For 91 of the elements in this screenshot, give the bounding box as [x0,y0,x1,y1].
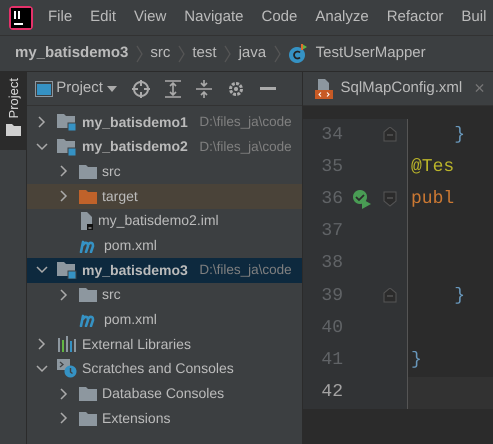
chevron-right-icon [136,44,143,62]
chevron-right-icon [178,44,185,62]
folder-icon [78,188,96,204]
chevron-right-icon[interactable] [38,116,46,128]
tree-row[interactable]: my_batisdemo3 D:\files_ja\code [27,258,302,283]
class-icon [288,44,308,64]
collapse-all-icon[interactable] [196,80,212,98]
fold-end-icon[interactable] [383,127,397,144]
code-line: } [453,124,466,147]
tree-row[interactable]: my_batisdemo2.iml [27,208,302,234]
tree-row[interactable]: my_batisdemo2 D:\files_ja\code [27,134,302,160]
crosshair-icon[interactable] [132,80,150,98]
tree-item-label: my_batisdemo3 [82,260,188,280]
breadcrumb-item[interactable]: java [238,42,266,65]
editor-tab[interactable]: SqlMapConfig.xml [303,72,468,106]
tree-row[interactable]: Extensions [27,406,302,431]
code-line: } [453,284,466,308]
breadcrumb-item[interactable]: src [150,42,170,65]
view-selector[interactable]: Project [34,77,117,100]
tree-item-label: src [102,285,121,304]
module-path: D:\files_ja\code [199,112,292,131]
tree-row[interactable]: src [27,159,302,184]
tree-row[interactable]: src [27,282,302,308]
fold-end-icon[interactable] [383,288,397,304]
module-path: D:\files_ja\code [199,138,292,156]
project-side-tab[interactable]: Project [0,72,27,150]
chevron-right-icon [224,44,232,62]
tree-row[interactable]: External Libraries [27,332,302,357]
code-line: } [410,348,422,372]
folder-icon [78,164,96,179]
tree-item-label: Extensions [102,408,170,428]
app-logo-icon [9,6,33,30]
libraries-icon [56,336,76,352]
chevron-right-icon[interactable] [60,165,68,178]
folder-icon [78,287,96,302]
breadcrumb-item[interactable]: test [192,42,217,65]
chevron-right-icon[interactable] [60,412,68,424]
breadcrumb-item[interactable]: my_batisdemo3 [15,42,128,65]
menu-item[interactable]: Edit [81,6,126,29]
settings-icon[interactable] [226,80,245,98]
tree-row[interactable]: Database Consoles [27,381,302,406]
chevron-down-icon[interactable] [36,142,48,151]
module-folder-icon [56,261,76,280]
tree-row[interactable]: pom.xml [27,233,302,258]
window-icon [34,80,52,96]
line-number: 42 [320,381,343,404]
expand-all-icon[interactable] [164,80,181,98]
fold-start-icon[interactable] [383,191,397,208]
chevron-down-icon[interactable] [36,364,48,373]
chevron-right-icon[interactable] [60,388,68,400]
chevron-right-icon [274,44,281,62]
tree-item-label: target [102,186,138,206]
tree-item-label: my_batisdemo2.iml [98,211,219,230]
minimize-icon[interactable] [260,86,276,90]
console-clock-icon [56,359,76,378]
chevron-right-icon[interactable] [60,288,68,301]
code-line: @Tes [410,156,454,179]
menu-item[interactable]: File [39,6,82,29]
file-icon [78,212,92,230]
tree-row[interactable]: target [27,184,302,208]
tree-item-label: my_batisdemo1 [82,112,188,132]
caret-down-icon [106,86,117,92]
breadcrumb-item[interactable]: TestUserMapper [316,42,426,65]
tree-item-label: Database Consoles [102,384,224,404]
tree-row[interactable]: my_batisdemo1 D:\files_ja\code [27,110,302,134]
folder-icon [78,386,96,402]
chevron-right-icon[interactable] [60,190,68,202]
chevron-down-icon[interactable] [36,266,48,274]
tree-item-label: my_batisdemo2 [82,137,188,156]
tree-item-label: External Libraries [82,334,191,354]
menu-item[interactable]: Analyze [306,6,378,29]
folder-icon [78,410,96,426]
tree-row[interactable]: Scratches and Consoles [27,356,302,382]
tree-item-label: src [102,162,121,181]
module-folder-icon [56,113,76,132]
module-folder-icon [56,138,76,156]
code-line: publ [410,188,454,211]
module-path: D:\files_ja\code [199,261,292,280]
chevron-right-icon[interactable] [38,338,46,350]
menu-item[interactable]: Refactor [378,6,452,29]
tree-item-label: pom.xml [104,236,157,256]
tree-item-label: Scratches and Consoles [82,359,234,378]
folder-icon [6,124,21,136]
menu-item[interactable]: Navigate [175,6,252,29]
run-test-icon[interactable] [352,189,372,210]
menu-item[interactable]: Buil [452,6,493,29]
tree-item-label: pom.xml [104,310,157,330]
menu-item[interactable]: Code [252,6,306,29]
menu-item[interactable]: View [125,6,176,29]
tree-row[interactable]: pom.xml [27,307,302,332]
xml-file-icon [315,78,333,98]
